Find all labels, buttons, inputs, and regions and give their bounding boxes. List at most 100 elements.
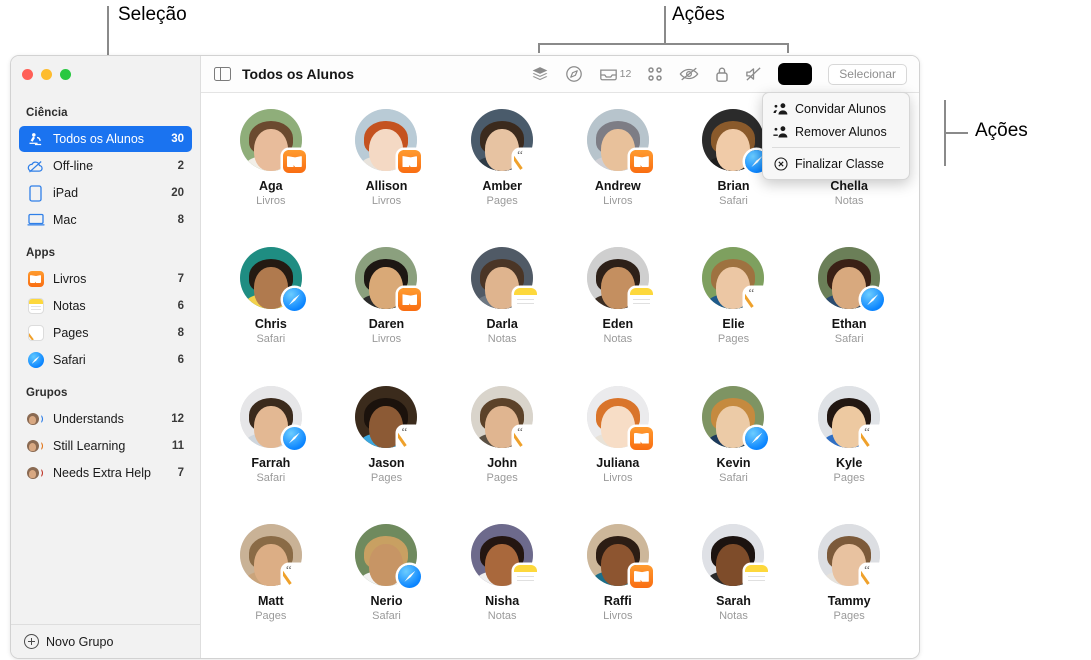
avatar-wrap (355, 523, 422, 588)
tray-icon[interactable]: 12 (599, 66, 631, 83)
sidebar-item-ipad[interactable]: iPad 20 (19, 180, 192, 206)
student-name: Matt (257, 593, 284, 608)
student-card[interactable]: Daren Livros (329, 239, 445, 377)
student-card[interactable]: Eden Notas (560, 239, 676, 377)
app-badge-livros-icon (398, 150, 422, 173)
eye-slash-icon[interactable] (679, 66, 699, 82)
app-badge-livros-icon (629, 564, 653, 588)
student-name: Sarah (716, 593, 751, 608)
app-badge-pages-icon (398, 426, 422, 450)
app-badge-livros-icon (629, 426, 653, 450)
student-card[interactable]: Farrah Safari (213, 378, 329, 516)
avatar-wrap (355, 385, 422, 450)
sidebar-item-count: 12 (171, 413, 184, 425)
menu-item-label: Convidar Alunos (795, 101, 887, 116)
sidebar-item-notas[interactable]: Notas 6 (19, 293, 192, 319)
student-card[interactable]: Darla Notas (444, 239, 560, 377)
student-app: Livros (256, 195, 286, 207)
student-card[interactable]: Nisha Notas (444, 516, 560, 654)
avatar-wrap (355, 109, 422, 173)
student-name: Raffi (603, 593, 632, 608)
sidebar-item-label: Todos os Alunos (53, 132, 145, 146)
student-name: Brian (717, 179, 750, 193)
sidebar-item-label: Mac (53, 213, 77, 227)
student-card[interactable]: Juliana Livros (560, 378, 676, 516)
student-name: Jason (368, 455, 405, 470)
student-card[interactable]: JohnPages (444, 378, 560, 516)
grid-apps-icon[interactable] (647, 66, 663, 82)
student-app: Pages (833, 471, 865, 484)
student-card[interactable]: Allison Livros (329, 101, 445, 239)
screen-color-swatch[interactable] (778, 63, 813, 85)
xmark-circle-icon (773, 156, 788, 171)
student-card[interactable]: JasonPages (329, 378, 445, 516)
sidebar-item-needs-extra-help[interactable]: Needs Extra Help 7 (19, 460, 192, 486)
close-button[interactable] (22, 69, 33, 80)
sidebar-item-pages[interactable]: Pages 8 (19, 320, 192, 346)
avatar-wrap (586, 109, 653, 173)
sidebar-item-livros[interactable]: Livros 7 (19, 266, 192, 292)
menu-item-convidar-alunos[interactable]: Convidar Alunos (763, 97, 909, 120)
window-controls (11, 56, 200, 93)
student-card[interactable]: Raffi Livros (560, 516, 676, 654)
navigate-icon[interactable] (565, 65, 583, 83)
student-card[interactable]: Nerio Safari (329, 516, 445, 654)
student-app: Pages (486, 195, 518, 207)
student-name: Darla (486, 317, 518, 332)
app-badge-safari-icon (398, 564, 422, 588)
student-card[interactable]: Kevin Safari (676, 378, 792, 516)
annotation-acoes-top-bracket-left (538, 43, 540, 53)
student-app: Safari (256, 333, 286, 346)
select-button[interactable]: Selecionar (828, 63, 907, 85)
avatar-wrap (702, 523, 769, 588)
sidebar-item-mac[interactable]: Mac 8 (19, 207, 192, 233)
student-card[interactable]: KylePages (791, 378, 907, 516)
group-orange-icon (26, 437, 45, 456)
sidebar-item-count: 11 (171, 440, 184, 452)
sidebar-toggle-icon[interactable] (214, 67, 231, 81)
zoom-button[interactable] (60, 69, 71, 80)
minimize-button[interactable] (41, 69, 52, 80)
layers-icon[interactable] (531, 65, 549, 83)
student-card[interactable]: Aga Livros (213, 101, 329, 239)
actions-dropdown-menu: Convidar Alunos Remover Alunos Finalizar… (762, 92, 910, 180)
cloud-slash-icon (26, 157, 45, 176)
app-badge-safari-icon (282, 426, 306, 450)
sidebar-item-understands[interactable]: Understands 12 (19, 406, 192, 432)
notes-app-icon (26, 297, 45, 316)
avatar-wrap (586, 385, 653, 450)
person-remove-icon (773, 125, 788, 138)
student-card[interactable]: Andrew Livros (560, 101, 676, 239)
avatar-wrap (818, 247, 885, 312)
student-card[interactable]: TammyPages (791, 516, 907, 654)
student-app: Livros (371, 195, 402, 207)
student-card[interactable]: Chris Safari (213, 239, 329, 377)
sidebar-item-todos-os-alunos[interactable]: Todos os Alunos 30 (19, 126, 192, 152)
new-group-button[interactable]: Novo Grupo (11, 624, 200, 658)
student-app: Livros (371, 333, 402, 346)
student-app: Pages (833, 609, 865, 622)
sidebar-item-label: Safari (53, 353, 86, 367)
student-card[interactable]: Ethan Safari (791, 239, 907, 377)
student-card[interactable]: EliePages (676, 239, 792, 377)
menu-item-finalizar-classe[interactable]: Finalizar Classe (763, 152, 909, 175)
menu-item-remover-alunos[interactable]: Remover Alunos (763, 120, 909, 143)
sidebar-item-safari[interactable]: Safari 6 (19, 347, 192, 373)
app-badge-notas-icon (514, 288, 538, 312)
sidebar-item-label: Notas (53, 299, 86, 313)
student-card[interactable]: Sarah Notas (676, 516, 792, 654)
student-name: Andrew (594, 179, 641, 193)
sidebar-section-header-apps: Apps (26, 247, 56, 259)
sidebar-item-off-line[interactable]: Off-line 2 (19, 153, 192, 179)
student-name: Amber (482, 179, 522, 193)
student-card[interactable]: MattPages (213, 516, 329, 654)
sidebar-item-still-learning[interactable]: Still Learning 11 (19, 433, 192, 459)
lock-icon[interactable] (715, 66, 729, 83)
student-app: Notas (834, 195, 864, 207)
main-content: Todos os Alunos 12 Selecionar Convidar A… (201, 56, 919, 658)
toolbar-actions: 12 Selecionar (531, 63, 907, 85)
student-card[interactable]: Amber Pages (444, 101, 560, 239)
student-app: Pages (486, 471, 518, 484)
avatar-wrap (471, 385, 538, 450)
mute-icon[interactable] (745, 66, 762, 82)
